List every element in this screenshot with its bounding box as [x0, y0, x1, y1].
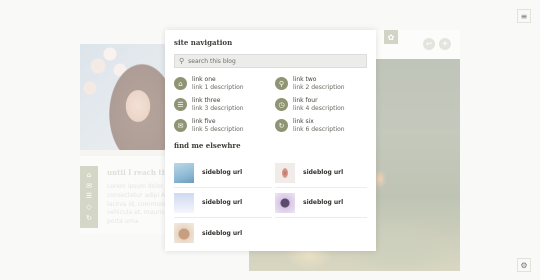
nav-link-title: link two	[293, 76, 317, 83]
sideblog-link-3[interactable]: sideblog url	[174, 188, 272, 218]
nav-link-description: link 4 description	[293, 104, 345, 112]
refresh-icon: ↻	[275, 119, 288, 132]
sideblog-label: sideblog url	[202, 169, 243, 176]
nav-link-description: link 1 description	[192, 83, 244, 91]
nav-link-title: link three	[192, 97, 221, 104]
site-navigation-panel: site navigation ⚲ ⌂ link one link 1 desc…	[165, 30, 376, 251]
nav-link-description: link 3 description	[192, 104, 244, 112]
sideblog-avatar	[275, 192, 295, 213]
sideblog-avatar	[174, 223, 194, 243]
nav-link-6[interactable]: ↻ link six link 6 description	[275, 118, 367, 133]
sideblog-label: sideblog url	[303, 169, 344, 176]
sideblog-avatar	[174, 162, 194, 183]
sideblog-list: sideblog url sideblog url sideblog url s…	[174, 158, 367, 248]
sideblog-label: sideblog url	[303, 199, 344, 206]
chat-icon: ✉	[174, 119, 187, 132]
settings-icon[interactable]: ⚙	[517, 258, 531, 272]
elsewhere-heading: find me elsewhre	[174, 141, 241, 150]
nav-link-2[interactable]: ⚲ link two link 2 description	[275, 76, 367, 91]
navigation-heading: site navigation	[174, 38, 233, 47]
nav-link-4[interactable]: ◷ link four link 4 description	[275, 97, 367, 112]
sideblog-label: sideblog url	[202, 229, 243, 237]
nav-link-description: link 5 description	[192, 125, 244, 133]
sideblog-link-1[interactable]: sideblog url	[174, 158, 272, 188]
filter-icon[interactable]: ≡	[517, 9, 531, 23]
sideblog-label: sideblog url	[202, 199, 243, 206]
sideblog-avatar	[174, 192, 194, 213]
nav-link-title: link one	[192, 76, 216, 83]
navigation-links: ⌂ link one link 1 description ⚲ link two…	[174, 76, 367, 133]
nav-link-title: link five	[192, 118, 216, 125]
clock-icon: ◷	[275, 98, 288, 111]
search-input[interactable]	[188, 57, 359, 65]
archive-icon: ☰	[174, 98, 187, 111]
search-box[interactable]: ⚲	[174, 54, 367, 68]
sideblog-link-5[interactable]: sideblog url	[174, 218, 272, 248]
nav-link-title: link four	[293, 97, 318, 104]
pin-icon: ⚲	[275, 77, 288, 90]
nav-link-description: link 6 description	[293, 125, 345, 133]
sideblog-link-2[interactable]: sideblog url	[275, 158, 367, 188]
search-icon: ⚲	[179, 57, 185, 65]
sideblog-link-4[interactable]: sideblog url	[275, 188, 367, 218]
sideblog-avatar	[275, 162, 295, 183]
nav-link-title: link six	[293, 118, 314, 125]
nav-link-1[interactable]: ⌂ link one link 1 description	[174, 76, 275, 91]
nav-link-5[interactable]: ✉ link five link 5 description	[174, 118, 275, 133]
nav-link-description: link 2 description	[293, 83, 345, 91]
home-icon: ⌂	[174, 77, 187, 90]
nav-link-3[interactable]: ☰ link three link 3 description	[174, 97, 275, 112]
